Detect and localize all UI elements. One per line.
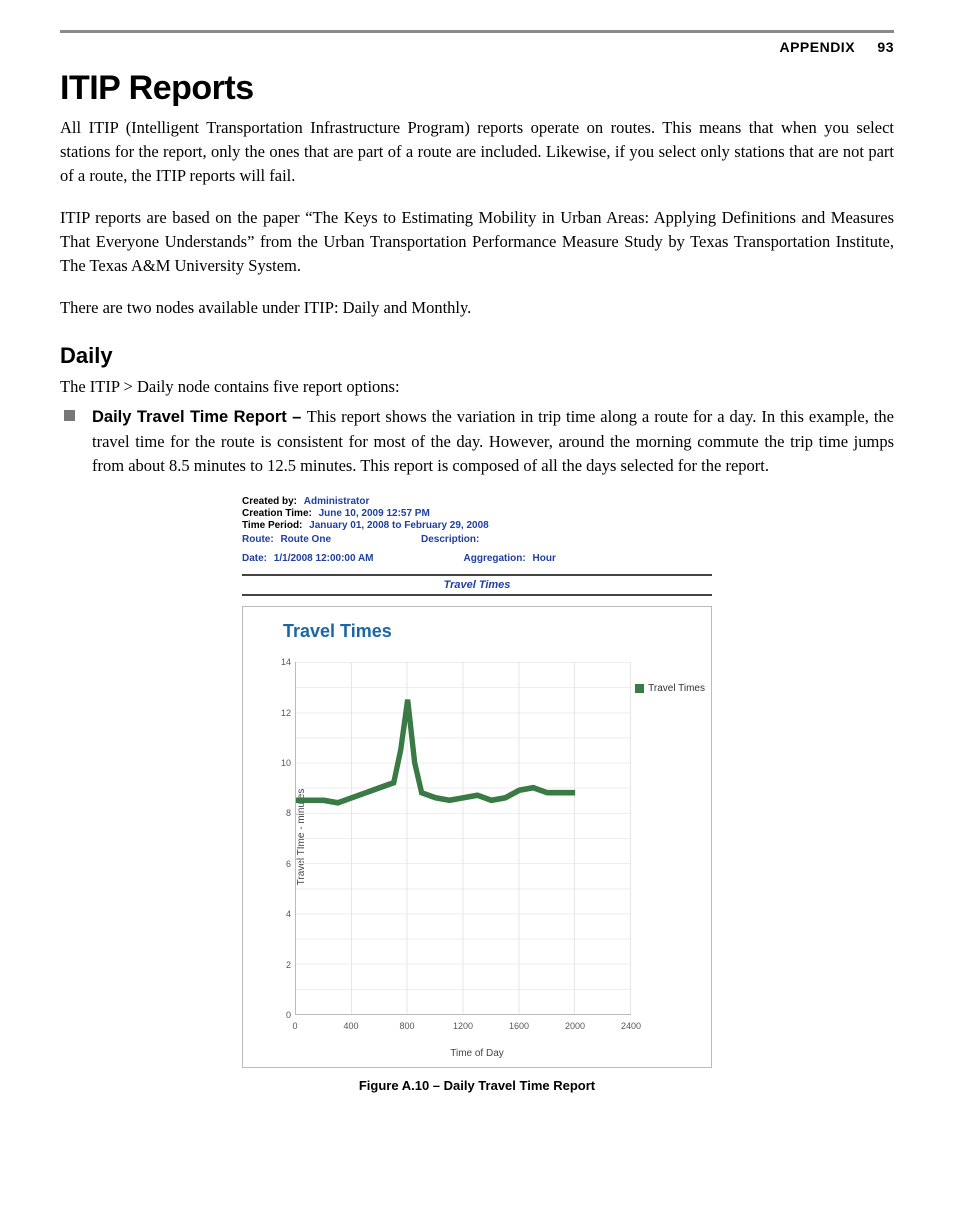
chart-y-tick: 10	[277, 758, 291, 768]
meta-value-creation-time: June 10, 2009 12:57 PM	[319, 508, 430, 519]
paragraph-3: There are two nodes available under ITIP…	[60, 296, 894, 320]
meta-label-time-period: Time Period:	[242, 520, 302, 531]
bullet-item: Daily Travel Time Report – This report s…	[60, 405, 894, 478]
chart-legend: Travel Times	[635, 683, 705, 694]
figure-caption: Figure A.10 – Daily Travel Time Report	[60, 1078, 894, 1093]
meta-label-aggregation: Aggregation:	[464, 553, 526, 564]
chart-x-tick: 400	[343, 1021, 358, 1031]
chart-y-tick: 8	[277, 808, 291, 818]
embedded-report: Created by: Administrator Creation Time:…	[242, 496, 712, 1068]
chart-x-tick: 2400	[621, 1021, 641, 1031]
chart-x-tick: 1600	[509, 1021, 529, 1031]
bullet-list: Daily Travel Time Report – This report s…	[60, 405, 894, 478]
chart-y-tick: 4	[277, 909, 291, 919]
meta-label-date: Date:	[242, 553, 267, 564]
chart-y-tick: 14	[277, 657, 291, 667]
meta-value-route: Route One	[280, 534, 331, 545]
chart-x-axis-label: Time of Day	[243, 1048, 711, 1059]
meta-value-date: 1/1/2008 12:00:00 AM	[274, 553, 374, 564]
chart-y-tick: 2	[277, 960, 291, 970]
section-heading-daily: Daily	[60, 343, 894, 369]
chart-series-line	[296, 700, 575, 803]
chart-title: Travel Times	[283, 621, 701, 642]
meta-label-route: Route:	[242, 534, 274, 545]
paragraph-1: All ITIP (Intelligent Transportation Inf…	[60, 116, 894, 188]
page-title: ITIP Reports	[60, 69, 894, 108]
chart-x-tick: 1200	[453, 1021, 473, 1031]
header-page-number: 93	[877, 39, 894, 55]
meta-label-created-by: Created by:	[242, 496, 297, 507]
chart-container: Travel Times Travel Times Travel TIme - …	[242, 606, 712, 1068]
chart-plot-area	[295, 662, 631, 1015]
chart-x-tick: 800	[399, 1021, 414, 1031]
legend-swatch	[635, 684, 644, 693]
paragraph-2: ITIP reports are based on the paper “The…	[60, 206, 894, 278]
meta-value-created-by: Administrator	[304, 496, 370, 507]
chart-y-tick: 12	[277, 708, 291, 718]
meta-value-time-period: January 01, 2008 to February 29, 2008	[309, 520, 489, 531]
chart-y-tick: 0	[277, 1010, 291, 1020]
meta-value-aggregation: Hour	[533, 553, 556, 564]
header-section: APPENDIX	[779, 39, 855, 55]
paragraph-4: The ITIP > Daily node contains five repo…	[60, 375, 894, 399]
top-rule	[60, 30, 894, 33]
chart-x-tick: 0	[292, 1021, 297, 1031]
bullet-lead: Daily Travel Time Report –	[92, 408, 307, 426]
chart-line-svg	[296, 662, 631, 1014]
meta-label-description: Description:	[421, 534, 479, 545]
meta-label-creation-time: Creation Time:	[242, 508, 312, 519]
legend-label: Travel Times	[648, 683, 705, 694]
running-header: APPENDIX 93	[60, 39, 894, 55]
report-metadata: Created by: Administrator Creation Time:…	[242, 496, 712, 564]
report-section-title: Travel Times	[242, 574, 712, 596]
chart-y-tick: 6	[277, 859, 291, 869]
chart-x-tick: 2000	[565, 1021, 585, 1031]
page: APPENDIX 93 ITIP Reports All ITIP (Intel…	[0, 0, 954, 1133]
